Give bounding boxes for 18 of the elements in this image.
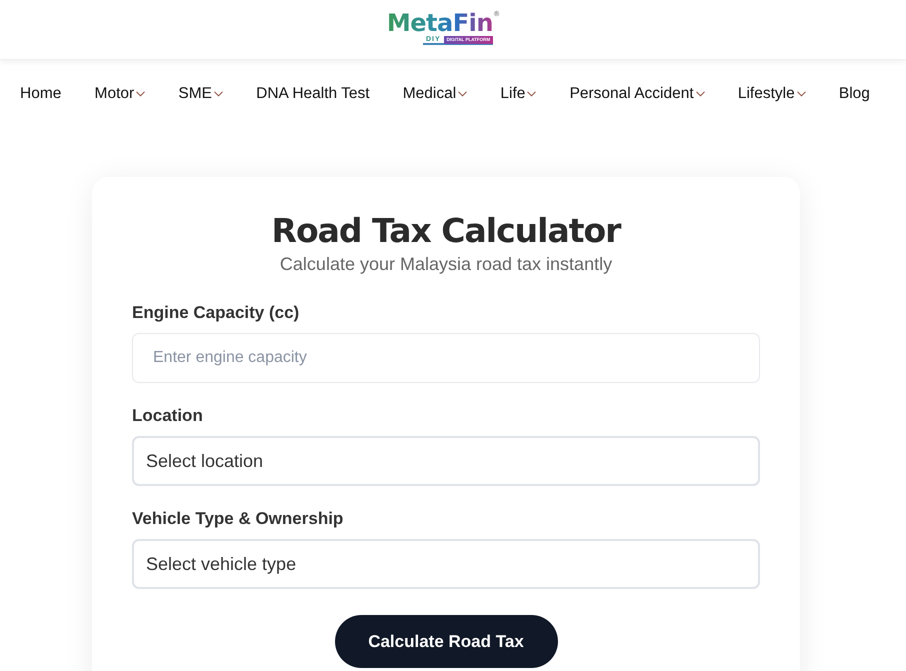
field-label: Vehicle Type & Ownership xyxy=(132,508,344,530)
nav-link[interactable]: Home xyxy=(20,84,62,102)
card-subtitle: Calculate your Malaysia road tax instantly xyxy=(278,254,614,274)
dropdown-field[interactable]: Select location xyxy=(132,436,760,486)
dropdown-field[interactable]: Select vehicle type xyxy=(132,539,760,589)
nav-link[interactable]: Medical xyxy=(402,84,468,102)
calculate-button[interactable]: Calculate Road Tax xyxy=(334,615,558,668)
field-label: Location xyxy=(132,405,204,427)
nav-link[interactable]: DNA Health Test xyxy=(256,84,370,102)
field-label: Engine Capacity (cc) xyxy=(132,302,300,324)
nav-link[interactable]: Personal Accident xyxy=(570,84,705,102)
nav-link[interactable]: SME xyxy=(178,84,223,102)
nav-link[interactable]: Lifestyle xyxy=(738,84,806,102)
text-input-field[interactable]: Enter engine capacity xyxy=(132,333,760,383)
nav-link[interactable]: Life xyxy=(500,84,536,102)
nav-link[interactable]: Blog xyxy=(838,84,870,102)
card-title: Road Tax Calculator xyxy=(270,211,622,251)
nav-link[interactable]: Motor xyxy=(94,84,146,102)
